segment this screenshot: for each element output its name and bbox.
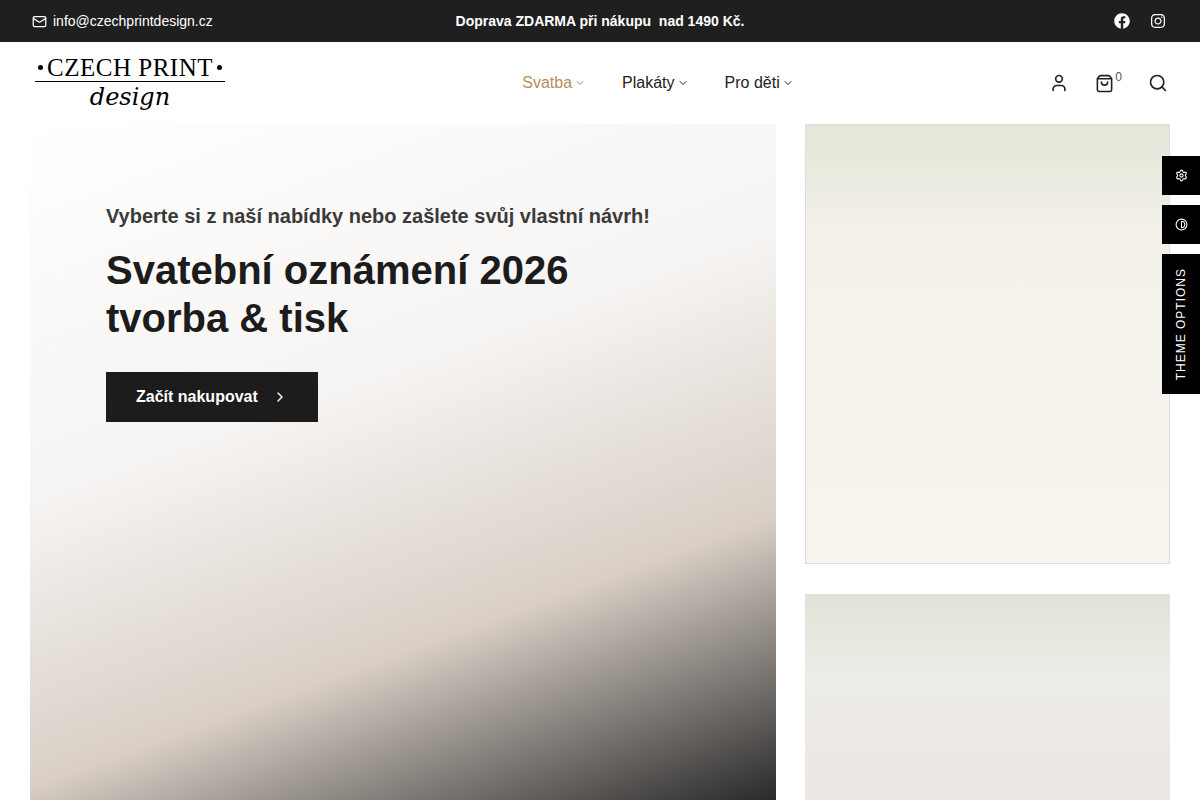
facebook-icon[interactable] (1114, 13, 1130, 29)
top-bar: info@czechprintdesign.cz Doprava ZDARMA p… (0, 0, 1200, 42)
hero-subtitle: Vyberte si z naší nabídky nebo zašlete s… (106, 204, 776, 228)
chevron-down-icon (782, 77, 794, 89)
hero-title: Svatební oznámení 2026tvorba & tisk (106, 246, 776, 342)
header: CZECH PRINTdesign Svatba Plakáty Pro děti 0 (0, 42, 1200, 124)
chevron-right-icon (272, 389, 288, 405)
logo-dot (38, 65, 43, 70)
search-icon[interactable] (1148, 73, 1168, 93)
settings-button[interactable] (1162, 156, 1200, 195)
chevron-down-icon (574, 77, 586, 89)
page: info@czechprintdesign.cz Doprava ZDARMA p… (0, 0, 1200, 800)
nav-item[interactable]: Pro děti (725, 71, 794, 95)
bag-icon (1095, 74, 1114, 93)
header-actions: 0 (868, 73, 1168, 93)
instagram-icon[interactable] (1150, 13, 1166, 29)
main: Vyberte si z naší nabídky nebo zašlete s… (0, 124, 1200, 800)
social-links (868, 13, 1168, 29)
gear-icon (1175, 169, 1188, 182)
user-icon[interactable] (1049, 73, 1069, 93)
chevron-down-icon (677, 77, 689, 89)
nav-item[interactable]: Svatba (522, 71, 586, 95)
main-nav: Svatba Plakáty Pro děti (522, 71, 793, 95)
print-banner[interactable] (805, 594, 1170, 800)
theme-options-tab[interactable]: THEME OPTIONS (1162, 254, 1200, 394)
design-banner[interactable] (805, 124, 1170, 564)
nav-item[interactable]: Plakáty (622, 71, 688, 95)
cart[interactable]: 0 (1095, 74, 1122, 93)
contrast-button[interactable] (1162, 205, 1200, 244)
contrast-icon (1175, 218, 1188, 231)
cart-count: 0 (1115, 68, 1122, 86)
logo[interactable]: CZECH PRINTdesign (32, 55, 228, 112)
hero: Vyberte si z naší nabídky nebo zašlete s… (30, 124, 776, 800)
shop-button[interactable]: Začít nakupovat (106, 372, 318, 422)
mail-icon (32, 14, 47, 29)
logo-dot (217, 65, 222, 70)
email-link[interactable]: info@czechprintdesign.cz (32, 11, 332, 32)
banner-column (805, 124, 1170, 800)
theme-options: THEME OPTIONS (1162, 156, 1200, 394)
promo-text: Doprava ZDARMA při nákupu nad 1490 Kč. (456, 11, 745, 32)
